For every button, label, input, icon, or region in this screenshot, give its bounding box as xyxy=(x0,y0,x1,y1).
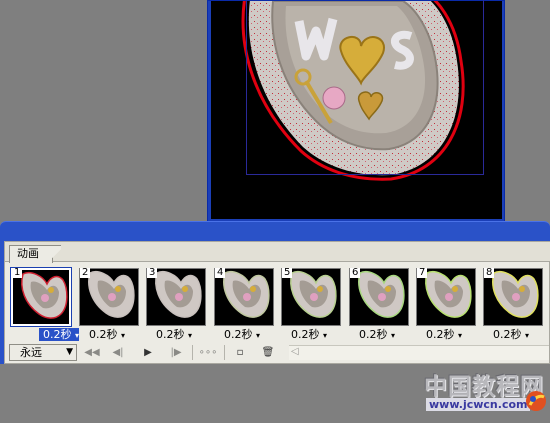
frame-delay-value: 0.2秒 xyxy=(224,328,253,341)
watermark: 中国教程网 www.jcwcn.com xyxy=(420,365,550,423)
panel-tab-strip: 动画 xyxy=(5,242,550,263)
animation-panel: 动画 1 0.2秒 ▾ 2 0.2秒 ▾ 3 0.2秒 ▾ 4 0.2秒 ▾ 5… xyxy=(0,221,550,364)
frame-8[interactable]: 8 0.2秒 ▾ xyxy=(483,267,545,341)
frame-number: 7 xyxy=(417,267,428,278)
frame-number: 4 xyxy=(215,267,226,278)
animation-panel-body: 动画 1 0.2秒 ▾ 2 0.2秒 ▾ 3 0.2秒 ▾ 4 0.2秒 ▾ 5… xyxy=(4,241,550,364)
frame-number: 5 xyxy=(282,267,293,278)
canvas-guide-box xyxy=(246,0,484,175)
frame-delay-value: 0.2秒 xyxy=(156,328,185,341)
loop-options-select[interactable]: 永远 ▼ xyxy=(9,344,77,361)
play-button[interactable]: ▶ xyxy=(137,345,159,360)
frame-delay[interactable]: 0.2秒 ▾ xyxy=(493,328,545,341)
first-frame-button[interactable]: ◀◀ xyxy=(81,345,103,360)
frame-delay-value: 0.2秒 xyxy=(43,328,72,341)
control-divider xyxy=(224,345,225,360)
animation-controls: 永远 ▼ ◀◀ ◀| ▶ |▶ ∘∘∘ ▫ 🗑 ◁ xyxy=(9,344,549,361)
tween-button[interactable]: ∘∘∘ xyxy=(197,345,219,360)
delete-frame-button[interactable]: 🗑 xyxy=(257,345,279,360)
horizontal-scrollbar[interactable]: ◁ xyxy=(289,345,549,360)
frame-delay[interactable]: 0.2秒 ▾ xyxy=(291,328,343,341)
delay-dropdown-icon: ▾ xyxy=(188,331,193,340)
frame-number: 8 xyxy=(484,267,495,278)
delay-dropdown-icon: ▾ xyxy=(391,331,396,340)
chevron-down-icon: ▼ xyxy=(66,347,73,357)
delay-dropdown-icon: ▾ xyxy=(323,331,328,340)
site-logo-icon xyxy=(526,391,546,411)
delay-dropdown-icon: ▾ xyxy=(458,331,463,340)
tab-animation[interactable]: 动画 xyxy=(9,245,53,263)
tab-corner xyxy=(51,245,61,262)
frame-list: 1 0.2秒 ▾ 2 0.2秒 ▾ 3 0.2秒 ▾ 4 0.2秒 ▾ 5 0.… xyxy=(9,267,549,341)
delay-dropdown-icon: ▾ xyxy=(256,331,261,340)
frame-3[interactable]: 3 0.2秒 ▾ xyxy=(146,267,208,341)
frame-1[interactable]: 1 0.2秒 ▾ xyxy=(10,267,79,341)
frame-delay-value: 0.2秒 xyxy=(89,328,118,341)
frame-delay[interactable]: 0.2秒 ▾ xyxy=(39,328,79,341)
frame-delay-value: 0.2秒 xyxy=(493,328,522,341)
watermark-url: www.jcwcn.com xyxy=(426,398,531,411)
frame-delay[interactable]: 0.2秒 ▾ xyxy=(224,328,276,341)
frame-2[interactable]: 2 0.2秒 ▾ xyxy=(79,267,141,341)
document-canvas[interactable] xyxy=(211,0,502,219)
frame-5[interactable]: 5 0.2秒 ▾ xyxy=(281,267,343,341)
frame-delay[interactable]: 0.2秒 ▾ xyxy=(426,328,478,341)
scroll-left-icon[interactable]: ◁ xyxy=(291,346,299,357)
frame-delay-value: 0.2秒 xyxy=(291,328,320,341)
frame-6[interactable]: 6 0.2秒 ▾ xyxy=(349,267,411,341)
frame-7[interactable]: 7 0.2秒 ▾ xyxy=(416,267,478,341)
frame-number: 2 xyxy=(80,267,91,278)
loop-options-value: 永远 xyxy=(20,346,42,359)
frame-delay[interactable]: 0.2秒 ▾ xyxy=(156,328,208,341)
frame-4[interactable]: 4 0.2秒 ▾ xyxy=(214,267,276,341)
frame-heart-thumbnail xyxy=(21,272,68,319)
frame-delay[interactable]: 0.2秒 ▾ xyxy=(359,328,411,341)
delay-dropdown-icon: ▾ xyxy=(525,331,530,340)
control-divider xyxy=(192,345,193,360)
frame-number: 3 xyxy=(147,267,158,278)
duplicate-frame-button[interactable]: ▫ xyxy=(229,345,251,360)
previous-frame-button[interactable]: ◀| xyxy=(107,345,129,360)
delay-dropdown-icon: ▾ xyxy=(121,331,126,340)
frame-number: 1 xyxy=(12,267,23,278)
frame-number: 6 xyxy=(350,267,361,278)
next-frame-button[interactable]: |▶ xyxy=(165,345,187,360)
frame-delay[interactable]: 0.2秒 ▾ xyxy=(89,328,141,341)
frame-delay-value: 0.2秒 xyxy=(426,328,455,341)
document-window xyxy=(207,0,505,222)
frame-delay-value: 0.2秒 xyxy=(359,328,388,341)
